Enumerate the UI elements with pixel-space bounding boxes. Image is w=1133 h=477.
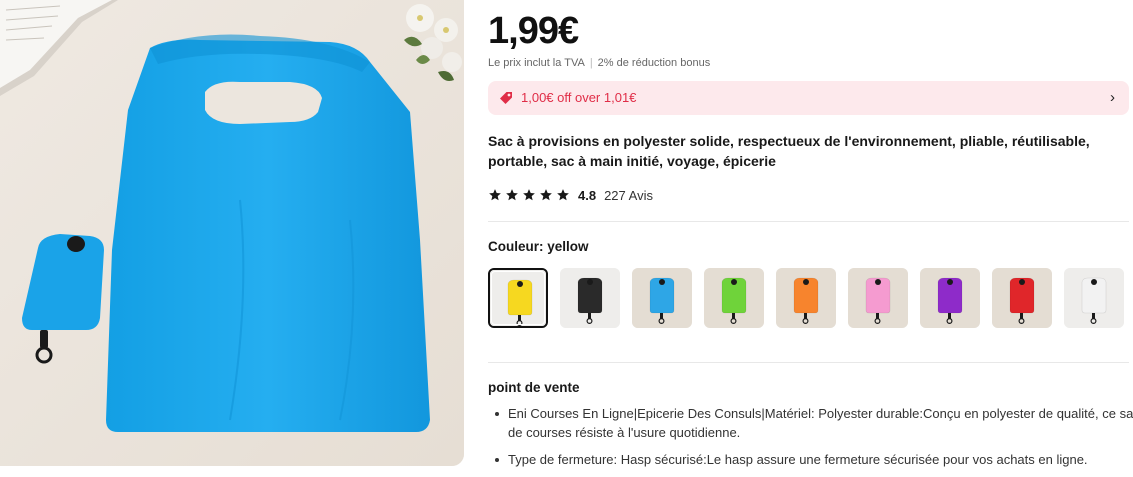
star-icon bbox=[506, 189, 518, 201]
bag-photo bbox=[0, 0, 464, 466]
swatch-orange[interactable] bbox=[776, 268, 836, 328]
divider bbox=[488, 221, 1129, 222]
chevron-right-icon: › bbox=[1110, 89, 1115, 106]
color-swatches bbox=[488, 268, 1124, 328]
swatch-blue[interactable] bbox=[632, 268, 692, 328]
rating-value: 4.8 bbox=[578, 187, 597, 203]
price: 1,99€ bbox=[488, 10, 579, 52]
list-item: Type de fermeture: Hasp sécurisé:Le hasp… bbox=[495, 450, 1133, 469]
section-title: point de vente bbox=[488, 380, 580, 395]
star-icon bbox=[489, 189, 501, 201]
separator: | bbox=[589, 57, 593, 69]
swatch-red[interactable] bbox=[992, 268, 1052, 328]
product-title: Sac à provisions en polyester solide, re… bbox=[488, 133, 1090, 169]
promo-banner[interactable]: 1,00€ off over 1,01€ › bbox=[488, 81, 1129, 115]
price-tag-icon bbox=[500, 92, 512, 104]
rating-stars bbox=[488, 188, 570, 202]
star-icon bbox=[540, 189, 552, 201]
swatch-pink[interactable] bbox=[848, 268, 908, 328]
star-icon bbox=[523, 189, 535, 201]
vat-note: Le prix inclut la TVA bbox=[488, 57, 585, 69]
swatch-green[interactable] bbox=[704, 268, 764, 328]
swatch-black[interactable] bbox=[560, 268, 620, 328]
promo-text: 1,00€ off over 1,01€ bbox=[521, 90, 637, 105]
color-label: Couleur: yellow bbox=[488, 239, 589, 254]
divider bbox=[488, 362, 1129, 363]
list-item: Eni Courses En Ligne|Epicerie Des Consul… bbox=[495, 404, 1133, 442]
swatch-white[interactable] bbox=[1064, 268, 1124, 328]
swatch-yellow[interactable] bbox=[488, 268, 548, 328]
swatch-purple[interactable] bbox=[920, 268, 980, 328]
product-image[interactable] bbox=[0, 0, 464, 466]
feature-list: Eni Courses En Ligne|Epicerie Des Consul… bbox=[488, 404, 1133, 477]
reviews-link[interactable]: 227 Avis bbox=[604, 188, 653, 203]
bonus-note: 2% de réduction bonus bbox=[597, 57, 711, 69]
rating[interactable]: 4.8 227 Avis bbox=[488, 186, 653, 204]
star-icon bbox=[557, 189, 569, 201]
price-note: Le prix inclut la TVA | 2% de réduction bo… bbox=[488, 57, 710, 69]
